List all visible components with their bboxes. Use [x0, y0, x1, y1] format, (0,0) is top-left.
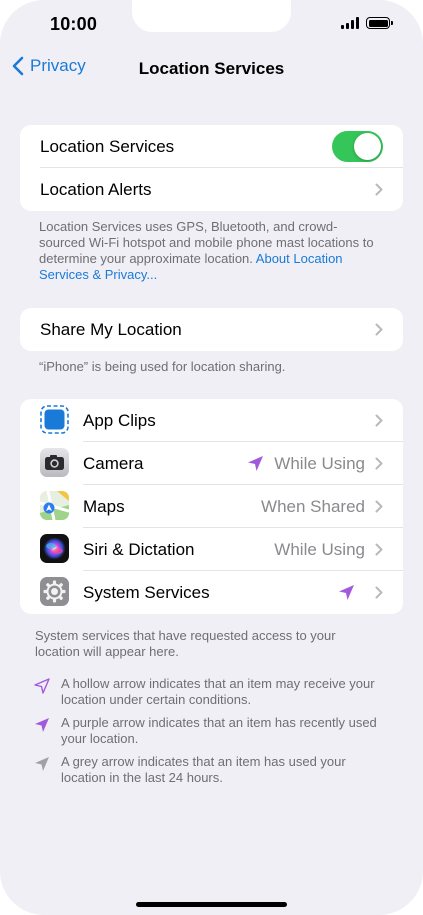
- location-arrow-purple-icon: [339, 585, 354, 600]
- signal-icon: [341, 17, 359, 29]
- share-location-footer: “iPhone” is being used for location shar…: [39, 359, 286, 374]
- app-value: When Shared: [261, 496, 365, 516]
- share-my-location-label: Share My Location: [40, 319, 182, 339]
- chevron-right-icon: [375, 183, 383, 196]
- legend-item-grey: A grey arrow indicates that an item has …: [32, 754, 391, 786]
- location-arrow-grey-icon: [35, 757, 49, 771]
- siri-icon: [40, 534, 69, 563]
- share-my-location-row[interactable]: Share My Location: [20, 308, 403, 351]
- location-alerts-row[interactable]: Location Alerts: [20, 168, 403, 211]
- app-value: While Using: [274, 539, 365, 559]
- location-arrow-purple-icon: [248, 456, 264, 471]
- legend-item-purple: A purple arrow indicates that an item ha…: [32, 715, 391, 747]
- chevron-right-icon: [375, 457, 383, 470]
- location-arrow-hollow-icon: [34, 678, 50, 694]
- app-name: System Services: [83, 582, 210, 602]
- location-services-toggle[interactable]: [332, 131, 383, 162]
- apps-footer: System services that have requested acce…: [35, 628, 336, 659]
- app-value: While Using: [274, 453, 365, 473]
- apps-group: App Clips Camera While Using Maps When S…: [20, 399, 403, 614]
- home-indicator[interactable]: [136, 902, 287, 907]
- share-location-group: Share My Location: [20, 308, 403, 351]
- chevron-right-icon: [375, 323, 383, 336]
- status-icons: [341, 17, 393, 29]
- app-clips-icon: [40, 405, 69, 434]
- location-services-label: Location Services: [40, 136, 175, 156]
- legend-text: A hollow arrow indicates that an item ma…: [61, 676, 375, 707]
- chevron-right-icon: [375, 586, 383, 599]
- chevron-right-icon: [375, 414, 383, 427]
- app-name: Siri & Dictation: [83, 539, 195, 559]
- app-row-camera[interactable]: Camera While Using: [20, 442, 403, 485]
- system-services-icon: [40, 577, 69, 606]
- legend-text: A grey arrow indicates that an item has …: [61, 754, 346, 785]
- app-row-siri-dictation[interactable]: Siri & Dictation While Using: [20, 528, 403, 571]
- battery-icon: [366, 17, 393, 29]
- legend-item-hollow: A hollow arrow indicates that an item ma…: [32, 676, 391, 708]
- app-name: Camera: [83, 453, 144, 473]
- maps-icon: [40, 491, 69, 520]
- location-services-footer: Location Services uses GPS, Bluetooth, a…: [39, 219, 379, 283]
- phone-screen: 10:00 Privacy Location Services Location…: [0, 0, 423, 915]
- location-arrow-purple-icon: [35, 718, 49, 732]
- location-services-group: Location Services Location Alerts: [20, 125, 403, 211]
- app-row-system-services[interactable]: System Services: [20, 571, 403, 614]
- location-alerts-label: Location Alerts: [40, 179, 152, 199]
- legend-text: A purple arrow indicates that an item ha…: [61, 715, 377, 746]
- app-name: Maps: [83, 496, 125, 516]
- notch: [132, 0, 291, 32]
- app-row-app-clips[interactable]: App Clips: [20, 399, 403, 442]
- chevron-right-icon: [375, 543, 383, 556]
- app-row-maps[interactable]: Maps When Shared: [20, 485, 403, 528]
- camera-icon: [40, 448, 69, 477]
- navigation-bar: Privacy Location Services: [0, 56, 423, 82]
- page-title: Location Services: [138, 59, 285, 78]
- chevron-right-icon: [375, 500, 383, 513]
- app-name: App Clips: [83, 410, 156, 430]
- location-services-row: Location Services: [20, 125, 403, 168]
- status-time: 10:00: [50, 14, 98, 34]
